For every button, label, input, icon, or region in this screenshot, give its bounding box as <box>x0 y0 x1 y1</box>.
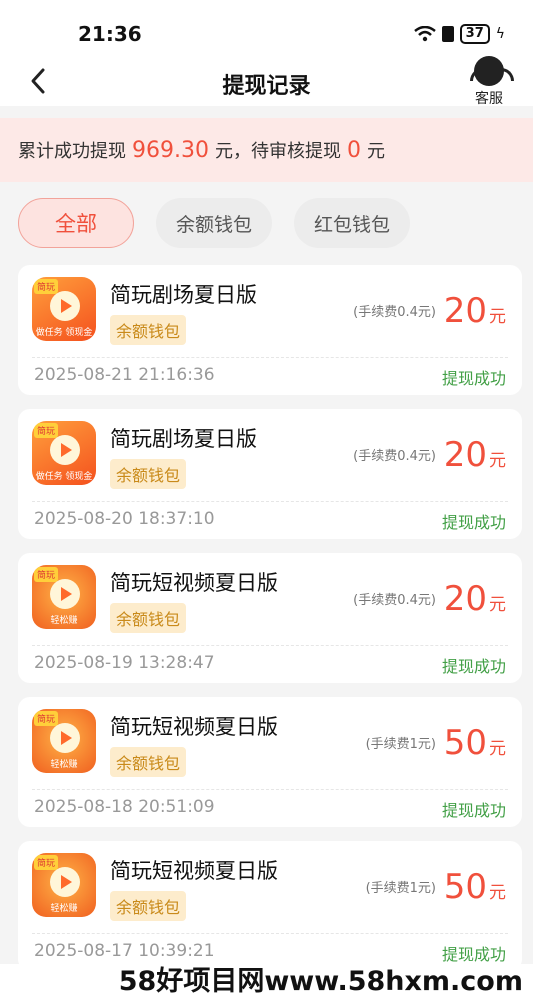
amount-unit: 元 <box>489 451 506 471</box>
status-badge: 提现成功 <box>441 657 506 676</box>
withdraw-record[interactable]: 简玩 轻松赚 简玩短视频夏日版 余额钱包 (手续费0.4元) 20 元 2025-… <box>18 553 522 683</box>
withdraw-record[interactable]: 简玩 做任务 领现金 简玩剧场夏日版 余额钱包 (手续费0.4元) 20 元 20… <box>18 409 522 539</box>
play-icon <box>50 291 80 321</box>
app-name: 简玩剧场夏日版 <box>110 427 257 451</box>
play-icon <box>50 579 80 609</box>
app-icon-tag: 简玩 <box>34 855 59 870</box>
nav-bar: 提现记录 客服 <box>0 56 533 108</box>
watermark: 58好项目网www.58hxm.com <box>0 964 533 1000</box>
summary-prefix: 累计成功提现 <box>18 141 126 162</box>
app-icon-caption: 轻松赚 <box>50 760 78 770</box>
withdraw-summary: 累计成功提现 969.30 元，待审核提现 0 元 <box>0 118 533 182</box>
amount-value: 20 <box>443 291 487 331</box>
status-badge: 提现成功 <box>441 513 506 532</box>
record-date: 2025-08-18 20:51:09 <box>34 797 215 817</box>
customer-service-button[interactable]: 客服 <box>469 56 514 108</box>
app-name: 简玩短视频夏日版 <box>110 571 278 595</box>
play-icon <box>50 723 80 753</box>
app-name: 简玩短视频夏日版 <box>110 715 278 739</box>
app-name: 简玩剧场夏日版 <box>110 283 257 307</box>
app-video-icon: 简玩 轻松赚 <box>32 709 96 773</box>
fee-text: (手续费0.4元) <box>353 305 436 320</box>
app-icon-caption: 轻松赚 <box>50 616 78 626</box>
amount: 20 元 <box>444 291 506 331</box>
divider <box>32 357 508 358</box>
fee-text: (手续费1元) <box>365 881 436 896</box>
charging-icon: ϟ <box>495 26 505 42</box>
fee-text: (手续费0.4元) <box>353 593 436 608</box>
amount-value: 50 <box>443 867 487 907</box>
app-drama-icon: 简玩 做任务 领现金 <box>32 421 96 485</box>
divider <box>32 789 508 790</box>
app-drama-icon: 简玩 做任务 领现金 <box>32 277 96 341</box>
wallet-tag: 余额钱包 <box>110 747 187 777</box>
amount: 50 元 <box>444 723 506 763</box>
status-icons: 37 ϟ <box>413 24 505 44</box>
wallet-tag: 余额钱包 <box>110 603 187 633</box>
app-icon-caption: 做任务 领现金 <box>35 472 93 482</box>
record-date: 2025-08-19 13:28:47 <box>34 653 215 673</box>
withdraw-record[interactable]: 简玩 做任务 领现金 简玩剧场夏日版 余额钱包 (手续费0.4元) 20 元 20… <box>18 265 522 395</box>
amount-unit: 元 <box>489 595 506 615</box>
amount-value: 20 <box>443 435 487 475</box>
app-video-icon: 简玩 轻松赚 <box>32 853 96 917</box>
play-icon <box>50 435 80 465</box>
record-date: 2025-08-21 21:16:36 <box>34 365 215 385</box>
summary-total: 969.30 <box>132 137 209 163</box>
filter-red-packet-wallet[interactable]: 红包钱包 <box>294 198 411 248</box>
fee-text: (手续费1元) <box>365 737 436 752</box>
wallet-tag: 余额钱包 <box>110 315 187 345</box>
withdraw-record[interactable]: 简玩 轻松赚 简玩短视频夏日版 余额钱包 (手续费1元) 50 元 2025-08… <box>18 841 522 971</box>
amount-unit: 元 <box>489 307 506 327</box>
summary-mid: 元，待审核提现 <box>214 141 341 162</box>
wallet-tag: 余额钱包 <box>110 891 187 921</box>
amount-value: 20 <box>443 579 487 619</box>
play-icon <box>50 867 80 897</box>
amount: 50 元 <box>444 867 506 907</box>
divider <box>32 501 508 502</box>
amount-unit: 元 <box>489 883 506 903</box>
app-icon-caption: 做任务 领现金 <box>35 328 93 338</box>
app-icon-tag: 简玩 <box>34 423 59 438</box>
app-name: 简玩短视频夏日版 <box>110 859 278 883</box>
wifi-icon <box>413 26 436 42</box>
filter-tabs: 全部 余额钱包 红包钱包 <box>18 198 411 248</box>
withdraw-list: 简玩 做任务 领现金 简玩剧场夏日版 余额钱包 (手续费0.4元) 20 元 20… <box>18 265 522 985</box>
status-badge: 提现成功 <box>441 369 506 388</box>
app-icon-tag: 简玩 <box>34 711 59 726</box>
amount: 20 元 <box>444 579 506 619</box>
record-date: 2025-08-17 10:39:21 <box>34 941 215 961</box>
app-video-icon: 简玩 轻松赚 <box>32 565 96 629</box>
status-badge: 提现成功 <box>441 801 506 820</box>
filter-balance-wallet[interactable]: 余额钱包 <box>156 198 273 248</box>
divider <box>32 645 508 646</box>
summary-pending: 0 <box>346 137 361 163</box>
record-date: 2025-08-20 18:37:10 <box>34 509 215 529</box>
customer-service-label: 客服 <box>475 91 503 107</box>
amount-unit: 元 <box>489 739 506 759</box>
fee-text: (手续费0.4元) <box>353 449 436 464</box>
app-icon-tag: 简玩 <box>34 567 59 582</box>
headset-icon <box>470 56 514 86</box>
battery-icon: 37 <box>459 24 490 44</box>
filter-all[interactable]: 全部 <box>18 198 134 248</box>
page-title: 提现记录 <box>222 74 311 99</box>
withdraw-record[interactable]: 简玩 轻松赚 简玩短视频夏日版 余额钱包 (手续费1元) 50 元 2025-08… <box>18 697 522 827</box>
status-badge: 提现成功 <box>441 945 506 964</box>
sim-icon <box>441 26 454 42</box>
app-icon-caption: 轻松赚 <box>50 904 78 914</box>
app-icon-tag: 简玩 <box>34 279 59 294</box>
status-time: 21:36 <box>78 22 142 46</box>
amount-value: 50 <box>443 723 487 763</box>
amount: 20 元 <box>444 435 506 475</box>
wallet-tag: 余额钱包 <box>110 459 187 489</box>
divider <box>32 933 508 934</box>
summary-suffix: 元 <box>366 141 385 162</box>
